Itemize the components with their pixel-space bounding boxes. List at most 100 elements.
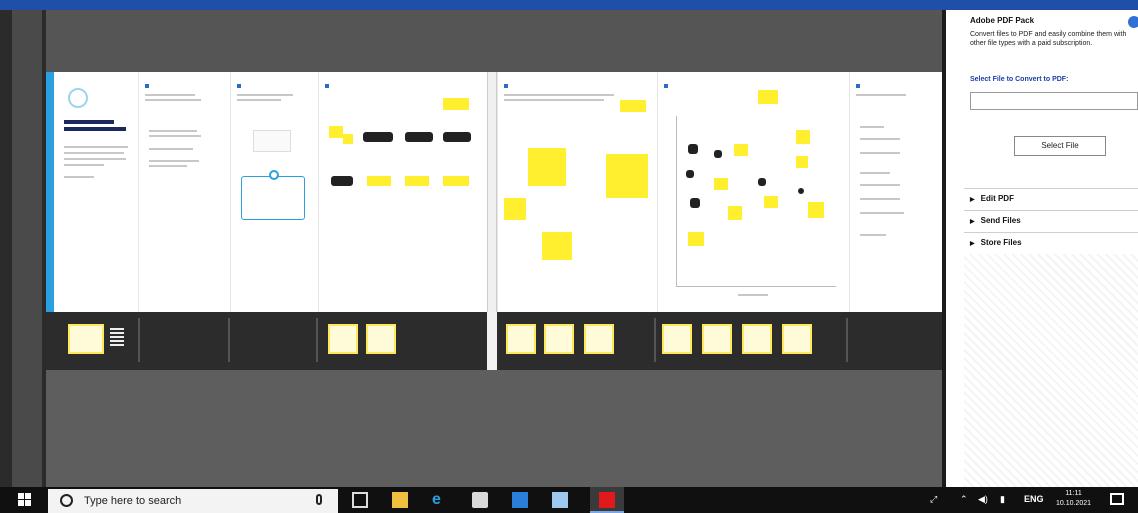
- sticky-note[interactable]: [714, 178, 728, 190]
- idea-dot[interactable]: [690, 198, 700, 208]
- sticky-cluster[interactable]: [331, 176, 353, 186]
- store-icon[interactable]: [472, 492, 488, 508]
- sticky-note[interactable]: [367, 176, 391, 186]
- text-line: [856, 94, 906, 96]
- sticky-note[interactable]: [620, 100, 646, 112]
- page-thumbnail[interactable]: [506, 324, 536, 354]
- clock-date: 10.10.2021: [1056, 500, 1092, 507]
- sticky-note[interactable]: [764, 196, 778, 208]
- sticky-note[interactable]: [528, 148, 566, 186]
- text-line: [237, 94, 293, 96]
- idea-dot[interactable]: [714, 150, 722, 158]
- panel-background-pattern: [964, 254, 1138, 487]
- adobe-reader-taskbar-button[interactable]: [590, 487, 624, 513]
- filmstrip-handle[interactable]: [487, 312, 497, 374]
- chevron-up-icon[interactable]: ⌃: [960, 494, 968, 505]
- page-thumbnail[interactable]: [544, 324, 574, 354]
- step-marker: [664, 84, 668, 88]
- page-thumbnail[interactable]: [782, 324, 812, 354]
- brainstorm-logo-icon: [68, 88, 88, 108]
- page-divider[interactable]: [487, 72, 497, 312]
- text-line: [149, 165, 187, 167]
- clock-time: 11:11: [1065, 490, 1082, 497]
- text-line: [504, 99, 604, 101]
- sticky-note[interactable]: [758, 90, 778, 104]
- text-line: [860, 198, 900, 200]
- sticky-note[interactable]: [329, 126, 343, 138]
- section-send-files[interactable]: ▶ Send Files: [970, 216, 1021, 225]
- left-pane: [0, 10, 46, 487]
- step-marker: [145, 84, 149, 88]
- page-filmstrip[interactable]: [46, 312, 942, 374]
- idea-dot[interactable]: [798, 188, 804, 194]
- sticky-note[interactable]: [504, 198, 526, 220]
- page-accent-bar: [46, 72, 54, 312]
- text-line: [64, 146, 128, 148]
- network-icon[interactable]: ⤢: [930, 494, 937, 505]
- notepad-icon[interactable]: [552, 492, 568, 508]
- page-thumbnail-text[interactable]: [110, 328, 124, 348]
- sticky-note[interactable]: [405, 176, 429, 186]
- sticky-note[interactable]: [796, 130, 810, 144]
- sticky-note[interactable]: [343, 134, 353, 144]
- file-path-input[interactable]: [970, 92, 1138, 110]
- wifi-icon[interactable]: ▮: [1000, 494, 1005, 505]
- mail-icon[interactable]: [512, 492, 528, 508]
- speaker-icon[interactable]: ◀): [978, 494, 988, 505]
- whiteboard-page[interactable]: [46, 72, 942, 312]
- axis-caption: [738, 294, 768, 296]
- windows-start-icon[interactable]: [18, 493, 32, 507]
- idea-dot[interactable]: [758, 178, 766, 186]
- idea-dot[interactable]: [688, 144, 698, 154]
- edge-icon[interactable]: e: [432, 492, 448, 508]
- window-title-bar: [0, 0, 1138, 10]
- page-thumbnail[interactable]: [584, 324, 614, 354]
- sticky-cluster[interactable]: [405, 132, 433, 142]
- sticky-cluster[interactable]: [363, 132, 393, 142]
- board-column-2: [138, 72, 230, 312]
- divider: [964, 210, 1138, 211]
- gear-icon[interactable]: [1128, 16, 1138, 28]
- sticky-note[interactable]: [808, 202, 824, 218]
- page-thumbnail[interactable]: [328, 324, 358, 354]
- sticky-note[interactable]: [542, 232, 572, 260]
- sticky-note[interactable]: [728, 206, 742, 220]
- page-thumbnail[interactable]: [702, 324, 732, 354]
- text-line: [145, 94, 195, 96]
- file-explorer-icon[interactable]: [392, 492, 408, 508]
- filmstrip-separator: [138, 318, 140, 362]
- diagram-frame: [241, 176, 305, 220]
- document-canvas[interactable]: [46, 10, 942, 487]
- notification-icon[interactable]: [1110, 493, 1124, 505]
- page-thumbnail[interactable]: [742, 324, 772, 354]
- left-scroll-track[interactable]: [12, 10, 42, 487]
- idea-dot[interactable]: [686, 170, 694, 178]
- section-store-files[interactable]: ▶ Store Files: [970, 238, 1022, 247]
- taskbar-search-box[interactable]: Type here to search: [48, 489, 338, 513]
- text-line: [860, 126, 884, 128]
- sticky-note[interactable]: [796, 156, 808, 168]
- page-thumbnail[interactable]: [68, 324, 104, 354]
- sticky-note[interactable]: [443, 98, 469, 110]
- divider: [964, 232, 1138, 233]
- text-line: [504, 94, 614, 96]
- page-thumbnail[interactable]: [662, 324, 692, 354]
- page-thumbnail[interactable]: [366, 324, 396, 354]
- divider: [964, 188, 1138, 189]
- section-edit-pdf[interactable]: ▶ Edit PDF: [970, 194, 1014, 203]
- sticky-note[interactable]: [443, 176, 469, 186]
- microphone-icon[interactable]: [316, 494, 322, 505]
- sticky-note[interactable]: [606, 154, 648, 198]
- select-file-button[interactable]: Select File: [1014, 136, 1106, 156]
- intro-heading-shape: [64, 120, 126, 131]
- task-view-icon[interactable]: [352, 492, 368, 508]
- panel-description: Convert files to PDF and easily combine …: [970, 31, 1127, 47]
- clock[interactable]: 11:11 10.10.2021: [1056, 489, 1091, 509]
- language-indicator[interactable]: ENG: [1024, 494, 1044, 504]
- sticky-note[interactable]: [734, 144, 748, 156]
- text-line: [860, 234, 886, 236]
- board-column-intro: [54, 72, 138, 312]
- sticky-cluster[interactable]: [443, 132, 471, 142]
- sticky-note[interactable]: [688, 232, 704, 246]
- text-line: [860, 138, 900, 140]
